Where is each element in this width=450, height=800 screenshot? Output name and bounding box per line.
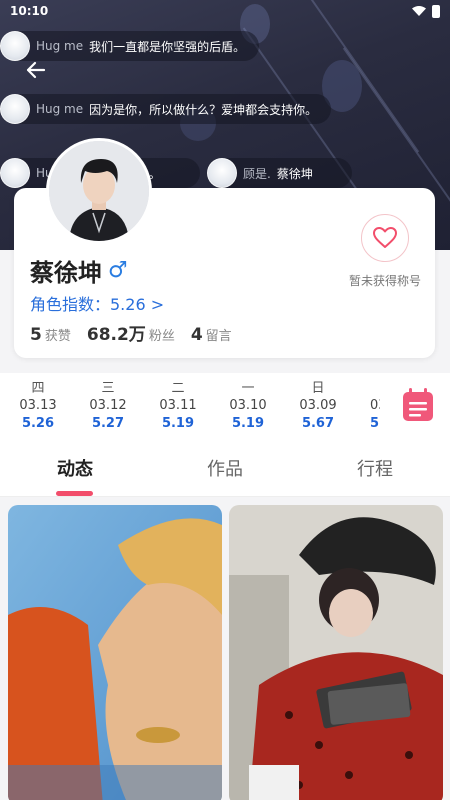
danmaku-nick: Hug me (36, 102, 84, 116)
post-photo (229, 505, 443, 800)
tab-schedule[interactable]: 行程 (335, 455, 415, 481)
tab-works[interactable]: 作品 (185, 455, 265, 481)
danmaku-avatar (207, 158, 237, 188)
wifi-icon (412, 6, 426, 16)
stat-messages: 4 留言 (190, 325, 232, 345)
status-time: 10:10 (10, 4, 49, 18)
status-bar: 10:10 (0, 0, 450, 22)
danmaku-avatar (0, 94, 30, 124)
calendar-icon[interactable] (401, 387, 435, 423)
tab-dynamics[interactable]: 动态 (35, 455, 115, 481)
profile-avatar[interactable] (46, 138, 152, 244)
profile-name: 蔡徐坤 (30, 259, 102, 287)
feed-post-image[interactable] (8, 505, 222, 800)
danmaku-nick: 顾是. (243, 166, 271, 181)
date-item[interactable]: 035 (350, 377, 380, 431)
male-gender-icon: ♂ (108, 258, 128, 283)
feed-post-image[interactable] (229, 505, 443, 800)
post-photo (8, 505, 222, 800)
name-row: 蔡徐坤 ♂ (30, 253, 128, 288)
active-tab-indicator (56, 491, 93, 496)
score-date-strip[interactable]: 四 03.13 5.26 三 03.12 5.27 二 03.11 5.19 一 03.10 5… (0, 373, 450, 439)
profile-stats: 5 获赞 68.2万 粉丝 4 留言 (30, 320, 232, 345)
danmaku-avatar (0, 31, 30, 61)
danmaku-avatar (0, 158, 30, 188)
battery-icon (432, 4, 440, 18)
stat-likes: 5 获赞 (30, 325, 71, 345)
date-item[interactable]: 日 03.09 5.67 (288, 377, 348, 431)
danmaku-text: 我们一直都是你坚强的后盾。 (89, 39, 246, 54)
stat-fans: 68.2万 粉丝 (86, 325, 175, 345)
title-status: 暂未获得称号 (348, 274, 421, 288)
danmaku-text: 因为是你，所以做什么？爱坤都会支持你。 (89, 102, 318, 117)
date-item[interactable]: 四 03.13 5.26 (8, 377, 68, 431)
danmaku-bubble: Hug me 我们一直都是你坚强的后盾。 (0, 31, 260, 61)
danmaku-bubble: Hug me 因为是你，所以做什么？爱坤都会支持你。 (0, 94, 332, 124)
profile-photo (49, 141, 149, 241)
back-arrow-icon[interactable] (24, 58, 48, 82)
date-item[interactable]: 三 03.12 5.27 (78, 377, 138, 431)
role-index-link[interactable]: 角色指数：5.26 > (30, 291, 164, 315)
danmaku-nick: Hug me (36, 39, 84, 53)
content-tabs: 动态 作品 行程 (0, 439, 450, 497)
date-item[interactable]: 二 03.11 5.19 (148, 377, 208, 431)
favorite-button[interactable] (361, 214, 409, 262)
heart-icon (373, 227, 397, 248)
dynamics-feed (0, 497, 450, 800)
date-item[interactable]: 一 03.10 5.19 (218, 377, 278, 431)
danmaku-bubble: 顾是. 蔡徐坤 (207, 158, 352, 188)
danmaku-text: 蔡徐坤 (276, 166, 313, 181)
